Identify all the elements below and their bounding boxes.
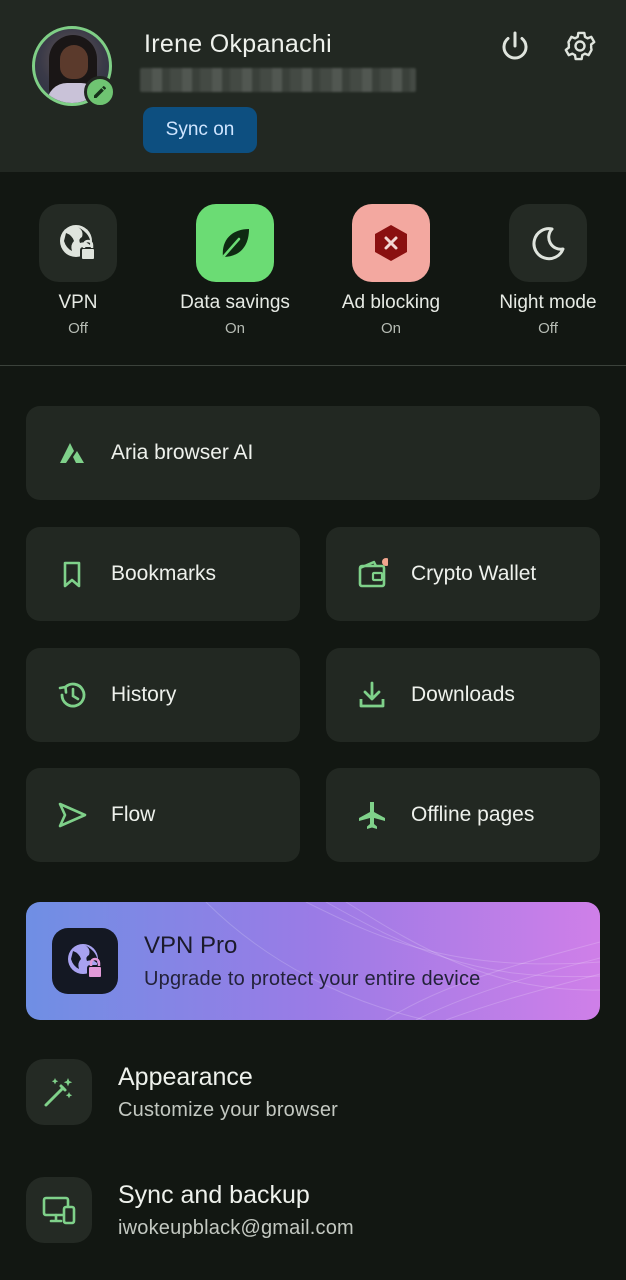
row-subtitle: iwokeupblack@gmail.com	[118, 1217, 354, 1239]
toggle-vpn[interactable]: VPN Off	[0, 204, 156, 337]
card-label: Bookmarks	[111, 562, 217, 585]
row-title: Sync and backup	[118, 1181, 310, 1209]
toggle-state: Off	[538, 320, 558, 337]
toggle-label: Data savings	[180, 292, 290, 313]
toggle-label: VPN	[58, 292, 98, 313]
toggle-state: On	[224, 320, 245, 337]
vpn-pro-banner[interactable]: VPN Pro Upgrade to protect your entire d…	[26, 902, 600, 1020]
promo-subtitle: Upgrade to protect your entire device	[144, 968, 481, 990]
card-label: Crypto Wallet	[411, 562, 537, 585]
card-label: Downloads	[411, 683, 515, 706]
toggle-label: Ad blocking	[341, 292, 441, 313]
appearance-icon-tile	[26, 1059, 92, 1125]
bookmark-icon	[63, 561, 81, 588]
history-icon	[58, 682, 86, 708]
bookmarks-card[interactable]: Bookmarks	[26, 527, 300, 621]
data-savings-tile	[196, 204, 274, 282]
account-header: Irene Okpanachi Sync on	[0, 0, 626, 172]
crypto-wallet-card[interactable]: Crypto Wallet	[326, 527, 600, 621]
vpn-pro-icon	[52, 928, 118, 994]
sync-icon-tile	[26, 1177, 92, 1243]
toggle-label: Night mode	[499, 292, 597, 313]
avatar[interactable]	[32, 26, 116, 108]
moon-icon	[532, 227, 565, 261]
toggle-ad-blocking[interactable]: Ad blocking On	[313, 204, 469, 337]
row-subtitle: Customize your browser	[118, 1099, 339, 1121]
card-label: History	[111, 683, 177, 706]
gear-icon[interactable]	[562, 28, 598, 64]
row-title: Appearance	[118, 1063, 253, 1091]
download-icon	[359, 681, 385, 708]
airplane-icon	[359, 802, 385, 829]
aria-icon	[60, 443, 84, 463]
toggle-state: Off	[68, 320, 88, 337]
globe-lock-icon	[60, 225, 96, 261]
history-card[interactable]: History	[26, 648, 300, 742]
card-label: Aria browser AI	[111, 441, 254, 464]
toggle-state: On	[380, 320, 401, 337]
card-label: Flow	[111, 803, 156, 826]
leaf-icon	[222, 229, 249, 258]
redacted-email	[140, 68, 416, 92]
night-mode-tile	[509, 204, 587, 282]
promo-title: VPN Pro	[144, 932, 238, 959]
ad-blocking-tile	[352, 204, 430, 282]
sync-backup-row[interactable]: Sync and backup iwokeupblack@gmail.com	[26, 1177, 600, 1245]
downloads-card[interactable]: Downloads	[326, 648, 600, 742]
quick-toggles: VPN Off Data savings On Ad blocking On N…	[0, 172, 626, 366]
globe-lock-icon	[68, 944, 103, 979]
appearance-row[interactable]: Appearance Customize your browser	[26, 1059, 600, 1127]
send-arrow-icon	[58, 802, 87, 828]
toggle-night-mode[interactable]: Night mode Off	[470, 204, 626, 337]
power-icon[interactable]	[497, 28, 533, 64]
aria-browser-ai-card[interactable]: Aria browser AI	[26, 406, 600, 500]
toggle-data-savings[interactable]: Data savings On	[157, 204, 313, 337]
ad-block-hexagon-icon	[375, 225, 407, 261]
wallet-icon	[358, 558, 388, 588]
magic-wand-icon	[44, 1078, 73, 1107]
offline-pages-card[interactable]: Offline pages	[326, 768, 600, 862]
flow-card[interactable]: Flow	[26, 768, 300, 862]
vpn-tile	[39, 204, 117, 282]
card-label: Offline pages	[411, 803, 535, 826]
sync-button[interactable]: Sync on	[143, 107, 257, 153]
edit-pencil-icon[interactable]	[84, 76, 116, 108]
devices-icon	[42, 1196, 76, 1225]
user-name: Irene Okpanachi	[144, 30, 332, 58]
